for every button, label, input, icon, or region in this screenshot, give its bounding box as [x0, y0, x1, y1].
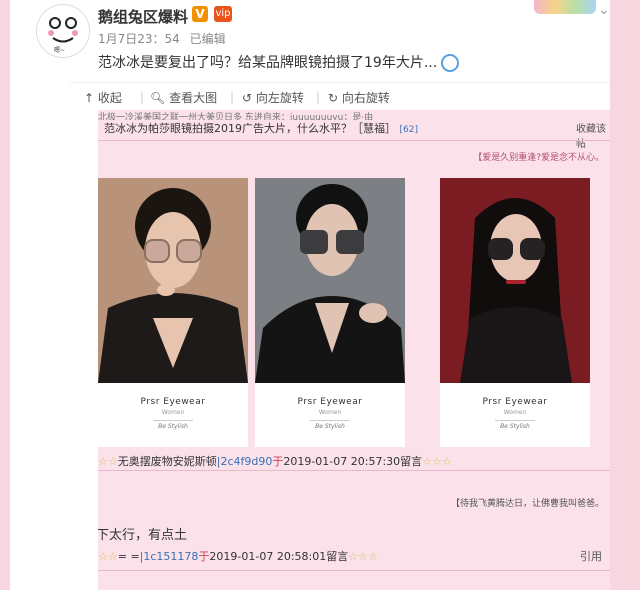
signature-text: 【待我飞黄腾达日，让佛曹我叫爸爸。	[450, 499, 604, 509]
rotate-right-button[interactable]: ↻ 向右旋转	[328, 89, 390, 106]
brand-caption-3: Prsr Eyewear Women Be Stylish	[440, 383, 590, 447]
vip-badge: vip	[214, 6, 232, 22]
separator: |	[316, 90, 321, 104]
favorite-link: 收藏该帖	[576, 124, 606, 150]
separator: |	[140, 90, 145, 104]
divider	[98, 140, 610, 141]
divider	[98, 470, 610, 471]
reply-line-1: ☆☆无奥摆废物安妮斯顿|2c4f9d90于2019-01-07 20:57:30…	[98, 455, 452, 468]
avatar[interactable]: 嗯~	[36, 4, 90, 58]
ad-photo-1	[98, 178, 248, 383]
verified-badge: V	[192, 6, 208, 22]
rotate-left-button[interactable]: ↺ 向左旋转	[242, 89, 304, 106]
ad-photo-2	[255, 178, 405, 383]
post-meta: 1月7日23：54 已编辑	[98, 30, 226, 47]
truncated-text: 北极一冷溪美国之联一州大美贝日多 东进自来：iuuuuuuuyu；是·由	[98, 113, 374, 120]
svg-text:嗯~: 嗯~	[54, 47, 65, 54]
thread-title: 范冰冰为帕莎眼镜拍摄2019广告大片，什么水平？［慧福］ [62]	[104, 122, 418, 135]
view-large-button[interactable]: 🔍︎ 查看大图	[150, 89, 217, 106]
chevron-down-icon[interactable]: ⌄	[598, 2, 610, 18]
username[interactable]: 鹅组兔区爆料	[98, 6, 188, 27]
post-text: 范冰冰是要复出了吗？给某品牌眼镜拍摄了19年大片...	[98, 52, 460, 72]
separator: |	[230, 90, 235, 104]
brand-caption-2: Prsr Eyewear Women Be Stylish	[255, 383, 405, 447]
collapse-button[interactable]: ↑ 收起	[84, 89, 122, 106]
forum-screenshot-image: 北极一冷溪美国之联一州大美贝日多 东进自来：iuuuuuuuyu；是·由 范冰冰…	[98, 110, 610, 590]
comment-text: 下太行，有点土	[98, 528, 188, 543]
loading-icon	[441, 54, 460, 72]
cartoon-face-icon: 嗯~	[41, 9, 85, 54]
edited-label: 已编辑	[189, 32, 226, 46]
weibo-post-card: 嗯~ 鹅组兔区爆料 V vip 1月7日23：54 已编辑 ⌄ 范冰冰是要复出了…	[10, 0, 610, 590]
quote-link: 引用	[580, 550, 602, 563]
ad-photo-3	[440, 178, 590, 383]
decoration-card	[534, 0, 596, 14]
reply-line-2: ☆☆= =|1c151178于2019-01-07 20:58:01留言☆☆☆	[98, 550, 378, 563]
brand-caption-1: Prsr Eyewear Women Be Stylish	[98, 383, 248, 447]
signature-text: 【爱是久别重逢?爱是念不从心。	[473, 153, 604, 163]
post-time[interactable]: 1月7日23：54	[98, 32, 180, 46]
image-toolbar: ↑ 收起 | 🔍︎ 查看大图 | ↺ 向左旋转 | ↻ 向右旋转	[70, 82, 610, 109]
divider	[98, 570, 610, 571]
